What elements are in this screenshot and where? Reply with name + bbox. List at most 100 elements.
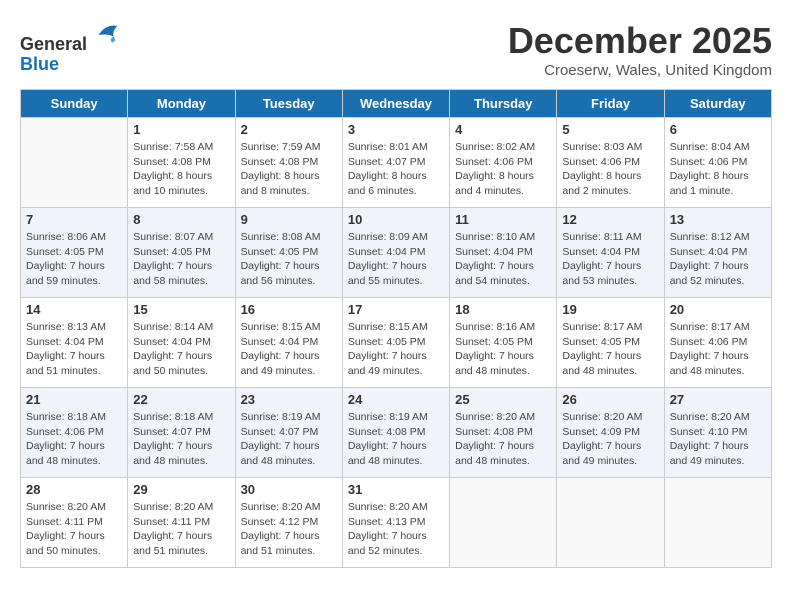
day-number: 11 [455, 212, 551, 227]
day-number: 23 [241, 392, 337, 407]
day-info: Sunrise: 8:19 AM Sunset: 4:07 PM Dayligh… [241, 410, 337, 469]
day-number: 22 [133, 392, 229, 407]
day-number: 31 [348, 482, 444, 497]
calendar-week-row: 14 Sunrise: 8:13 AM Sunset: 4:04 PM Dayli… [21, 298, 772, 388]
day-info: Sunrise: 8:20 AM Sunset: 4:08 PM Dayligh… [455, 410, 551, 469]
day-info: Sunrise: 8:04 AM Sunset: 4:06 PM Dayligh… [670, 140, 766, 199]
day-info: Sunrise: 8:20 AM Sunset: 4:11 PM Dayligh… [26, 500, 122, 559]
day-number: 2 [241, 122, 337, 137]
calendar-week-row: 28 Sunrise: 8:20 AM Sunset: 4:11 PM Dayli… [21, 478, 772, 568]
calendar-cell [21, 118, 128, 208]
calendar-cell: 21 Sunrise: 8:18 AM Sunset: 4:06 PM Dayli… [21, 388, 128, 478]
day-number: 17 [348, 302, 444, 317]
calendar-cell: 23 Sunrise: 8:19 AM Sunset: 4:07 PM Dayli… [235, 388, 342, 478]
day-info: Sunrise: 8:20 AM Sunset: 4:13 PM Dayligh… [348, 500, 444, 559]
day-number: 9 [241, 212, 337, 227]
day-number: 6 [670, 122, 766, 137]
day-info: Sunrise: 8:20 AM Sunset: 4:09 PM Dayligh… [562, 410, 658, 469]
day-info: Sunrise: 8:13 AM Sunset: 4:04 PM Dayligh… [26, 320, 122, 379]
day-number: 13 [670, 212, 766, 227]
calendar-cell: 2 Sunrise: 7:59 AM Sunset: 4:08 PM Daylig… [235, 118, 342, 208]
day-number: 1 [133, 122, 229, 137]
day-number: 26 [562, 392, 658, 407]
calendar-cell: 4Sunrise: 8:02 AM Sunset: 4:06 PM Daylig… [450, 118, 557, 208]
day-info: Sunrise: 8:01 AM Sunset: 4:07 PM Dayligh… [348, 140, 444, 199]
day-info: Sunrise: 8:18 AM Sunset: 4:07 PM Dayligh… [133, 410, 229, 469]
day-info: Sunrise: 8:07 AM Sunset: 4:05 PM Dayligh… [133, 230, 229, 289]
calendar-cell: 7 Sunrise: 8:06 AM Sunset: 4:05 PM Daylig… [21, 208, 128, 298]
calendar-cell: 14 Sunrise: 8:13 AM Sunset: 4:04 PM Dayli… [21, 298, 128, 388]
calendar-cell: 15 Sunrise: 8:14 AM Sunset: 4:04 PM Dayli… [128, 298, 235, 388]
calendar-cell: 26 Sunrise: 8:20 AM Sunset: 4:09 PM Dayli… [557, 388, 664, 478]
day-number: 24 [348, 392, 444, 407]
day-of-week-header: Thursday [450, 90, 557, 118]
day-number: 27 [670, 392, 766, 407]
day-number: 19 [562, 302, 658, 317]
calendar-cell: 30Sunrise: 8:20 AM Sunset: 4:12 PM Dayli… [235, 478, 342, 568]
day-info: Sunrise: 8:02 AM Sunset: 4:06 PM Dayligh… [455, 140, 551, 199]
calendar-cell: 22 Sunrise: 8:18 AM Sunset: 4:07 PM Dayli… [128, 388, 235, 478]
day-number: 5 [562, 122, 658, 137]
calendar-cell [557, 478, 664, 568]
calendar-cell: 28 Sunrise: 8:20 AM Sunset: 4:11 PM Dayli… [21, 478, 128, 568]
calendar-cell: 3 Sunrise: 8:01 AM Sunset: 4:07 PM Daylig… [342, 118, 449, 208]
day-info: Sunrise: 7:58 AM Sunset: 4:08 PM Dayligh… [133, 140, 229, 199]
day-number: 12 [562, 212, 658, 227]
day-info: Sunrise: 8:15 AM Sunset: 4:05 PM Dayligh… [348, 320, 444, 379]
calendar-table: SundayMondayTuesdayWednesdayThursdayFrid… [20, 89, 772, 568]
day-number: 16 [241, 302, 337, 317]
calendar-cell: 9Sunrise: 8:08 AM Sunset: 4:05 PM Daylig… [235, 208, 342, 298]
day-info: Sunrise: 8:17 AM Sunset: 4:06 PM Dayligh… [670, 320, 766, 379]
day-info: Sunrise: 8:17 AM Sunset: 4:05 PM Dayligh… [562, 320, 658, 379]
day-number: 28 [26, 482, 122, 497]
logo-bird-icon [91, 20, 121, 50]
calendar-cell [450, 478, 557, 568]
day-of-week-header: Friday [557, 90, 664, 118]
day-info: Sunrise: 8:15 AM Sunset: 4:04 PM Dayligh… [241, 320, 337, 379]
day-number: 3 [348, 122, 444, 137]
day-info: Sunrise: 7:59 AM Sunset: 4:08 PM Dayligh… [241, 140, 337, 199]
day-info: Sunrise: 8:11 AM Sunset: 4:04 PM Dayligh… [562, 230, 658, 289]
day-info: Sunrise: 8:18 AM Sunset: 4:06 PM Dayligh… [26, 410, 122, 469]
day-number: 15 [133, 302, 229, 317]
logo-text: General Blue [20, 20, 121, 75]
location: Croeserw, Wales, United Kingdom [508, 62, 772, 79]
day-number: 14 [26, 302, 122, 317]
day-info: Sunrise: 8:20 AM Sunset: 4:11 PM Dayligh… [133, 500, 229, 559]
calendar-cell: 12 Sunrise: 8:11 AM Sunset: 4:04 PM Dayli… [557, 208, 664, 298]
day-of-week-header: Saturday [664, 90, 771, 118]
calendar-cell: 11 Sunrise: 8:10 AM Sunset: 4:04 PM Dayli… [450, 208, 557, 298]
day-info: Sunrise: 8:20 AM Sunset: 4:10 PM Dayligh… [670, 410, 766, 469]
logo-general: General [20, 34, 87, 54]
day-of-week-header: Sunday [21, 90, 128, 118]
day-number: 18 [455, 302, 551, 317]
day-info: Sunrise: 8:14 AM Sunset: 4:04 PM Dayligh… [133, 320, 229, 379]
day-number: 20 [670, 302, 766, 317]
day-of-week-header: Tuesday [235, 90, 342, 118]
calendar-cell: 5 Sunrise: 8:03 AM Sunset: 4:06 PM Daylig… [557, 118, 664, 208]
calendar-cell: 31 Sunrise: 8:20 AM Sunset: 4:13 PM Dayli… [342, 478, 449, 568]
calendar-cell: 20 Sunrise: 8:17 AM Sunset: 4:06 PM Dayli… [664, 298, 771, 388]
calendar-cell: 29Sunrise: 8:20 AM Sunset: 4:11 PM Dayli… [128, 478, 235, 568]
day-info: Sunrise: 8:10 AM Sunset: 4:04 PM Dayligh… [455, 230, 551, 289]
day-number: 25 [455, 392, 551, 407]
calendar-cell: 8Sunrise: 8:07 AM Sunset: 4:05 PM Daylig… [128, 208, 235, 298]
logo: General Blue [20, 20, 121, 75]
logo-blue: Blue [20, 54, 59, 74]
calendar-cell: 10 Sunrise: 8:09 AM Sunset: 4:04 PM Dayli… [342, 208, 449, 298]
calendar-cell: 6 Sunrise: 8:04 AM Sunset: 4:06 PM Daylig… [664, 118, 771, 208]
calendar-cell [664, 478, 771, 568]
day-number: 10 [348, 212, 444, 227]
day-number: 7 [26, 212, 122, 227]
calendar-week-row: 7 Sunrise: 8:06 AM Sunset: 4:05 PM Daylig… [21, 208, 772, 298]
month-title: December 2025 [508, 20, 772, 62]
day-number: 21 [26, 392, 122, 407]
day-info: Sunrise: 8:06 AM Sunset: 4:05 PM Dayligh… [26, 230, 122, 289]
day-info: Sunrise: 8:03 AM Sunset: 4:06 PM Dayligh… [562, 140, 658, 199]
day-info: Sunrise: 8:09 AM Sunset: 4:04 PM Dayligh… [348, 230, 444, 289]
calendar-cell: 25 Sunrise: 8:20 AM Sunset: 4:08 PM Dayli… [450, 388, 557, 478]
day-number: 30 [241, 482, 337, 497]
title-block: December 2025 Croeserw, Wales, United Ki… [508, 20, 772, 79]
calendar-header-row: SundayMondayTuesdayWednesdayThursdayFrid… [21, 90, 772, 118]
calendar-cell: 27 Sunrise: 8:20 AM Sunset: 4:10 PM Dayli… [664, 388, 771, 478]
